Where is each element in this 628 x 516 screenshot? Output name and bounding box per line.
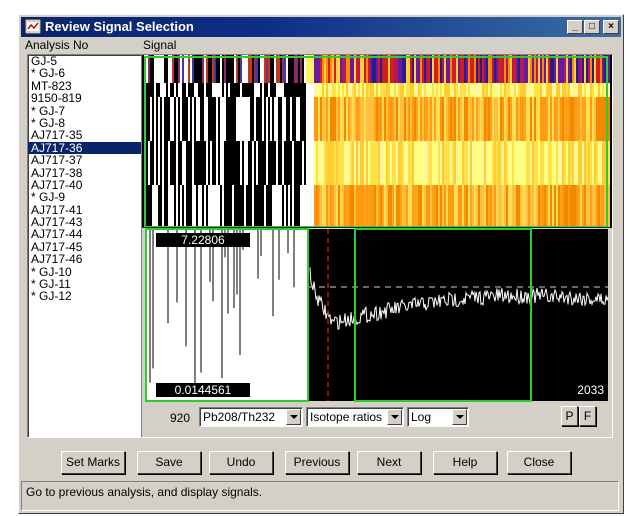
analysis-list-item[interactable]: * GJ-9 [28,191,142,204]
set-marks-button[interactable]: Set Marks [61,451,125,474]
next-button[interactable]: Next [357,451,421,474]
signal-label: Signal [143,38,177,52]
scale-select-value: Log [411,410,432,424]
count-label: 2033 [577,383,604,397]
title-bar[interactable]: Review Signal Selection _ □ × [21,17,621,37]
mode-select[interactable]: Isotope ratios [306,407,404,427]
channel-value: 920 [170,411,191,425]
maximize-button[interactable]: □ [584,20,600,34]
app-icon [25,19,41,34]
f-button[interactable]: F [579,406,596,426]
analysis-no-label: Analysis No [25,38,89,52]
scale-select[interactable]: Log [407,407,469,427]
analysis-list-item[interactable]: AJ717-35 [28,129,142,142]
signal-display[interactable]: 7.22806 0.0144561 2033 [142,55,612,437]
signal-heatmap [142,55,612,227]
window-title: Review Signal Selection [45,19,194,34]
analysis-list-item[interactable]: AJ717-44 [28,228,142,241]
chevron-down-icon[interactable] [387,409,402,425]
save-button[interactable]: Save [137,451,201,474]
analysis-list[interactable]: GJ-5 * GJ-6 MT-823 9150-819 * GJ-7 * GJ-8 AJ71… [27,54,143,438]
close-button[interactable]: Close [507,451,571,474]
ratio-select[interactable]: Pb208/Th232 [199,407,303,427]
analysis-list-item[interactable]: AJ717-46 [28,253,142,266]
p-button[interactable]: P [561,406,578,426]
analysis-list-item[interactable]: 9150-819 [28,92,142,105]
status-bar: Go to previous analysis, and display sig… [21,481,619,511]
status-text: Go to previous analysis, and display sig… [26,485,263,499]
min-value-label: 0.0144561 [175,383,232,397]
minimize-button[interactable]: _ [567,20,583,34]
undo-button[interactable]: Undo [209,451,273,474]
review-signal-window: Review Signal Selection _ □ × Analysis N… [18,14,624,514]
analysis-list-item[interactable]: * GJ-12 [28,290,142,303]
previous-button[interactable]: Previous [285,451,349,474]
signal-trace-area [308,229,608,401]
signal-panel: 7.22806 0.0144561 2033 920 Pb208/Th232 I… [141,54,613,438]
analysis-list-item[interactable]: AJ717-37 [28,154,142,167]
close-window-button[interactable]: × [603,20,619,34]
chevron-down-icon[interactable] [286,409,301,425]
chevron-down-icon[interactable] [452,409,467,425]
analysis-list-item[interactable]: * GJ-6 [28,67,142,80]
max-value-label: 7.22806 [181,233,225,247]
ratio-select-value: Pb208/Th232 [203,410,276,424]
left-plot-area [146,229,308,401]
mode-select-value: Isotope ratios [310,410,383,424]
help-button[interactable]: Help [433,451,497,474]
